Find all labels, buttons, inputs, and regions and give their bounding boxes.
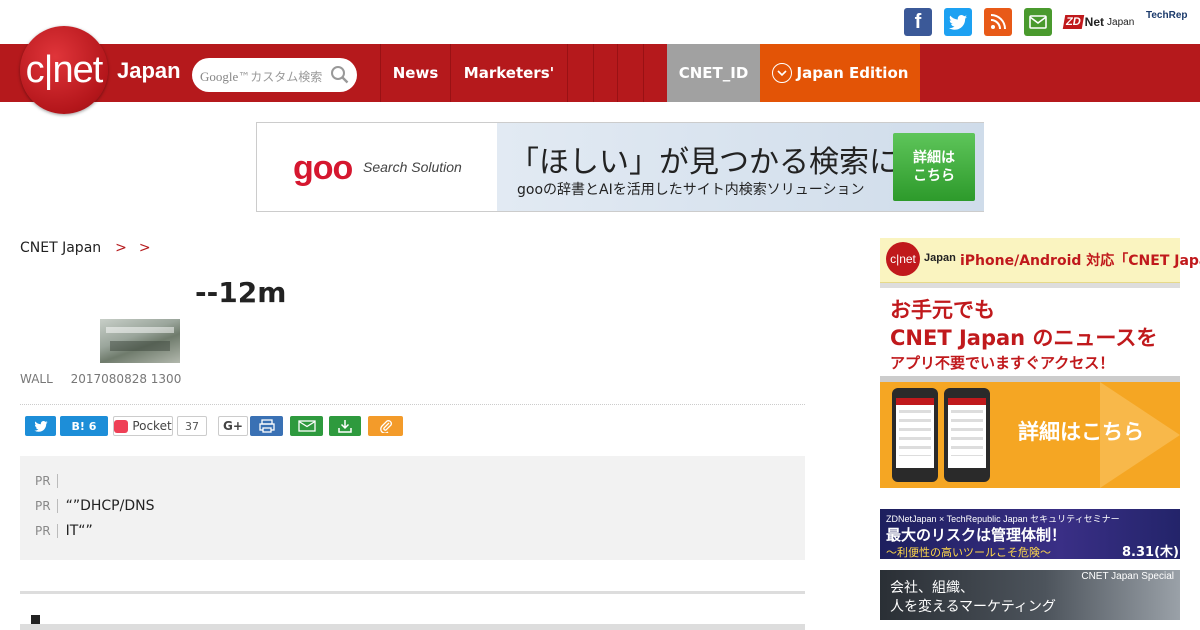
phone-image [944, 388, 990, 482]
mail-icon [297, 420, 316, 432]
pr-tag: PR [35, 499, 58, 513]
mail-icon[interactable] [1024, 8, 1052, 36]
article-title: --12m [195, 276, 287, 309]
nav-cnet-id[interactable]: CNET_ID [667, 44, 760, 102]
special-banner[interactable]: CNET Japan Special 会社、組織、 人を変えるマーケティング [880, 570, 1180, 620]
zdnet-mark: ZD [1062, 15, 1084, 29]
pr-tag: PR [35, 474, 58, 488]
section-divider [20, 591, 805, 594]
article-date: 2017080828 1300 [70, 372, 182, 386]
article-source[interactable]: WALL [20, 372, 53, 386]
twitter-icon [33, 420, 48, 432]
pr-link-text[interactable]: “”DHCP/DNS [66, 498, 155, 514]
google-label: Google [200, 69, 239, 84]
clip-button[interactable] [368, 416, 403, 436]
pr-link[interactable]: PR IT“” [35, 523, 93, 539]
breadcrumb: CNET Japan > > [20, 240, 159, 256]
nav-item-6[interactable] [643, 44, 667, 102]
article-thumbnail [100, 319, 180, 363]
share-twitter-button[interactable] [25, 416, 56, 436]
facebook-icon[interactable]: f [904, 8, 932, 36]
app-promo-line3: アプリ不要でいますぐアクセス！ [890, 354, 1115, 372]
breadcrumb-sep: > [115, 240, 127, 256]
facebook-glyph: f [914, 10, 922, 33]
twitter-icon[interactable] [944, 8, 972, 36]
breadcrumb-sep: > [138, 240, 151, 256]
app-promo-bar-text: iPhone/Android 対応「CNET Japan」 [960, 253, 1200, 269]
special-line1: 会社、組織、 [890, 580, 974, 596]
nav-item-5[interactable] [617, 44, 643, 102]
seminar-sub: 〜利便性の高いツールこそ危険〜 [886, 546, 1051, 559]
cnet-logo-text: c|net [25, 48, 104, 91]
cnet-japan-wordmark[interactable]: Japan [117, 58, 181, 84]
pr-links-box: PR PR “”DHCP/DNS PR IT“” [20, 456, 805, 560]
ad-button-label: 詳細は こちら [913, 150, 955, 184]
app-promo-cta[interactable]: 詳細はこちら [1018, 416, 1144, 446]
zdnet-net: Net [1084, 15, 1105, 29]
seminar-banner[interactable]: ZDNetJapan × TechRepublic Japan セキュリティセミ… [880, 509, 1180, 559]
app-promo-header: c|net Japan iPhone/Android 対応「CNET Japan… [880, 238, 1200, 283]
article-meta: WALL 2017080828 1300 [20, 372, 181, 386]
ad-details-button[interactable]: 詳細は こちら [893, 133, 975, 201]
zdnet-japan-text: Japan [1107, 16, 1135, 28]
share-mail-button[interactable] [290, 416, 323, 436]
nav-item-3[interactable] [567, 44, 593, 102]
app-promo-line2: CNET Japan のニュースを [890, 326, 1158, 350]
seminar-title: 最大のリスクは管理体制！ [886, 526, 1067, 544]
nav-item-marketers[interactable]: Marketers' [450, 44, 567, 102]
print-button[interactable] [250, 416, 283, 436]
cnet-logo-small: c|net [886, 242, 920, 276]
special-tag: CNET Japan Special [1081, 571, 1174, 582]
ad-subline: gooの辞書とAIを活用したサイト内検索ソリューション [517, 182, 865, 198]
chevron-down-icon [771, 63, 792, 83]
pr-link[interactable]: PR “”DHCP/DNS [35, 498, 154, 514]
goo-logo-sub: Search Solution [363, 159, 462, 175]
pr-tag: PR [35, 524, 58, 538]
techrepublic-text: TechRep [1146, 10, 1188, 21]
divider [880, 283, 1180, 288]
nav-edition-selector[interactable]: Japan Edition [760, 44, 920, 102]
save-button[interactable] [329, 416, 361, 436]
pocket-icon [114, 419, 129, 433]
pr-link[interactable]: PR [35, 473, 66, 489]
section-divider [20, 624, 805, 630]
rss-icon[interactable] [984, 8, 1012, 36]
google-tm: ™ [238, 70, 251, 84]
seminar-date: 8.31(木) [1122, 545, 1179, 559]
ad-headline: 「ほしい」が見つかる検索に。 [509, 145, 929, 180]
share-gplus-button[interactable]: G+ [218, 416, 248, 436]
app-promo-cta-area: 詳細はこちら [880, 382, 1180, 488]
hatena-count: 6 [88, 419, 97, 433]
search-box[interactable]: Google™カスタム検索 [192, 58, 357, 92]
pocket-label: Pocket [132, 419, 172, 433]
goo-logo: goo [293, 149, 353, 187]
techrepublic-link[interactable]: TechRep [1146, 10, 1188, 21]
breadcrumb-home[interactable]: CNET Japan [20, 240, 101, 256]
divider [20, 404, 805, 405]
print-icon [258, 419, 275, 433]
pr-link-text[interactable]: IT“” [66, 523, 93, 539]
special-line2: 人を変えるマーケティング [890, 599, 1056, 615]
search-placeholder: カスタム検索 [250, 70, 323, 84]
share-pocket-button[interactable]: Pocket [113, 416, 173, 436]
nav-item-4[interactable] [593, 44, 617, 102]
download-icon [338, 420, 352, 433]
hatena-icon: B! [71, 419, 85, 433]
paperclip-icon [379, 420, 392, 433]
cnet-logo[interactable]: c|net [20, 26, 108, 114]
search-input[interactable]: Google™カスタム検索 [200, 68, 322, 85]
cnet-japan-small: Japan [924, 252, 956, 264]
top-utility-bar: f ZD Net Japan TechRep [0, 0, 1200, 44]
app-promo-banner[interactable]: c|net Japan iPhone/Android 対応「CNET Japan… [880, 238, 1200, 488]
nav-item-news[interactable]: News [380, 44, 450, 102]
zdnet-japan-link[interactable]: ZD Net Japan [1062, 10, 1135, 34]
goo-banner-ad[interactable]: goo Search Solution 「ほしい」が見つかる検索に。 gooの辞… [256, 122, 984, 212]
pocket-count: 37 [177, 416, 207, 436]
phone-image [892, 388, 938, 482]
edition-label: Japan Edition [796, 64, 909, 82]
app-promo-line1: お手元でも [890, 298, 995, 322]
search-icon[interactable] [329, 64, 351, 86]
share-hatena-button[interactable]: B! 6 [60, 416, 108, 436]
